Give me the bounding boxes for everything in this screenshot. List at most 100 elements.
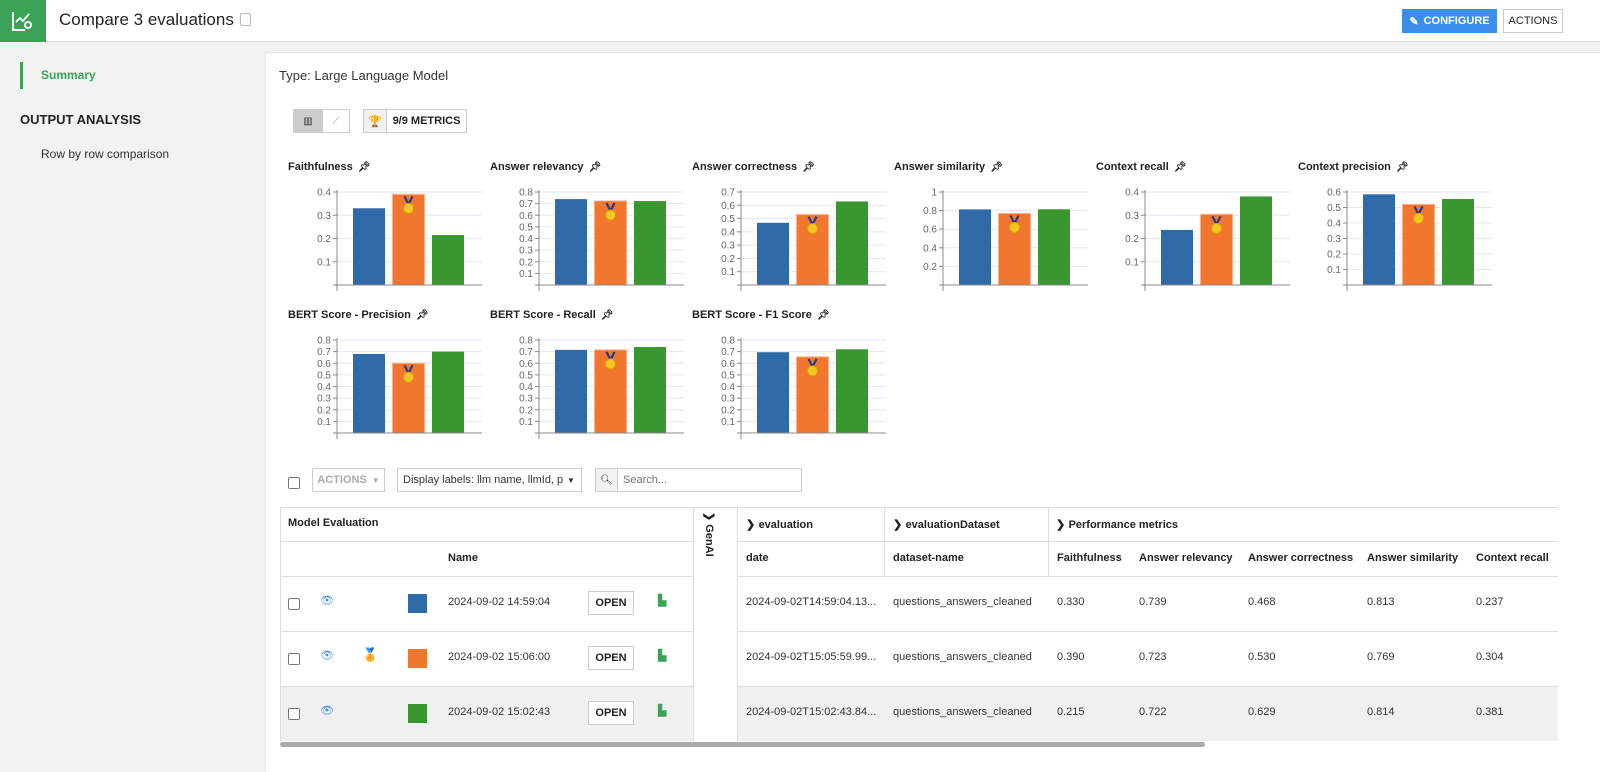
column-group-genai[interactable]: ❯ GenAI — [703, 512, 716, 557]
column-header-metric[interactable]: Answer similarity — [1367, 552, 1458, 564]
bar[interactable] — [1442, 198, 1474, 285]
line-chart-view-button[interactable]: ⟋ — [322, 109, 350, 133]
pin-icon[interactable]: 📌︎ — [589, 162, 602, 173]
y-tick-label: 0.7 — [317, 347, 331, 358]
leaderboard-icon[interactable]: ▙ — [658, 704, 666, 717]
metrics-button[interactable]: 9/9 METRICS — [386, 109, 467, 133]
evaluation-date: 2024-09-02T15:02:43.84... — [746, 706, 877, 718]
bar[interactable] — [757, 352, 789, 433]
eye-icon[interactable]: 👁︎ — [320, 594, 334, 607]
y-tick-label: 0.1 — [317, 257, 331, 268]
metric-value: 0.813 — [1367, 596, 1395, 608]
sidebar-item-summary[interactable]: Summary — [41, 68, 96, 82]
bar[interactable] — [555, 199, 587, 285]
y-tick-label: 0.1 — [519, 417, 533, 428]
column-group-performance-metrics[interactable]: ❯ Performance metrics — [1056, 517, 1178, 531]
y-tick-label: 0.6 — [519, 211, 533, 222]
column-header-metric[interactable]: Faithfulness — [1057, 552, 1122, 564]
bar[interactable] — [432, 351, 464, 433]
bar[interactable] — [353, 353, 385, 433]
dataset-name: questions_answers_cleaned — [893, 596, 1032, 608]
leaderboard-icon[interactable]: ▙ — [658, 649, 666, 662]
actions-button[interactable]: ACTIONS — [1503, 9, 1563, 33]
leaderboard-icon[interactable]: ▙ — [658, 594, 666, 607]
copy-icon[interactable] — [240, 13, 251, 26]
evaluation-date: 2024-09-02T14:59:04.13... — [746, 596, 877, 608]
y-tick-label: 0.7 — [721, 188, 735, 199]
pin-icon[interactable]: 📌︎ — [817, 310, 830, 321]
display-labels-dropdown[interactable]: Display labels: llm name, llmId, p ▼ — [397, 468, 582, 492]
bar[interactable] — [757, 222, 789, 285]
column-group-evaluation-dataset[interactable]: ❯ evaluationDataset — [893, 517, 1000, 531]
row-checkbox[interactable] — [288, 708, 300, 720]
row-checkbox[interactable] — [288, 598, 300, 610]
color-swatch — [408, 649, 427, 668]
select-all-checkbox[interactable] — [288, 477, 300, 489]
page-title: Compare 3 evaluations — [59, 10, 234, 29]
table-divider — [280, 507, 281, 741]
bar-chart-view-button[interactable]: ▥ — [293, 109, 323, 133]
trophy-button[interactable]: 🏆 — [363, 109, 387, 133]
y-tick-label: 0.1 — [1125, 257, 1139, 268]
y-tick-label: 0.6 — [721, 359, 735, 370]
bar[interactable] — [432, 235, 464, 285]
app-logo-icon[interactable] — [0, 0, 46, 42]
evaluation-name: 2024-09-02 15:02:43 — [448, 706, 551, 718]
pin-icon[interactable]: 📌︎ — [1396, 162, 1409, 173]
chart-title: Faithfulness 📌︎ — [288, 161, 371, 173]
column-header-date[interactable]: date — [746, 552, 769, 564]
pin-icon[interactable]: 📌︎ — [1174, 162, 1187, 173]
y-tick-label: 0.4 — [1125, 188, 1139, 199]
bar[interactable] — [353, 208, 385, 285]
column-header-metric[interactable]: Context recall — [1476, 552, 1549, 564]
y-tick-label: 0.6 — [923, 225, 937, 236]
column-header-name[interactable]: Name — [448, 552, 478, 564]
bar-chart: 0.1 0.2 0.3 0.4 0.5 0.6 — [1327, 188, 1492, 291]
bar[interactable] — [555, 349, 587, 433]
column-group-evaluation[interactable]: ❯ evaluation — [746, 517, 813, 531]
search-icon: 🔍︎ — [595, 468, 618, 492]
horizontal-scrollbar[interactable] — [280, 742, 1205, 747]
y-tick-label: 0.5 — [317, 370, 331, 381]
bar[interactable] — [1240, 196, 1272, 285]
eye-icon[interactable]: 👁︎ — [320, 704, 334, 717]
row-checkbox[interactable] — [288, 653, 300, 665]
pin-icon[interactable]: 📌︎ — [416, 310, 429, 321]
bar-chart: 0.10.20.30.40.50.60.70.8 — [519, 336, 684, 439]
bar[interactable] — [634, 346, 666, 433]
y-tick-label: 0.2 — [721, 254, 735, 265]
pin-icon[interactable]: 📌︎ — [601, 310, 614, 321]
column-header-dataset-name[interactable]: dataset-name — [893, 552, 964, 564]
model-type-label: Type: Large Language Model — [279, 68, 449, 83]
bar[interactable] — [1038, 209, 1070, 285]
open-button[interactable]: OPEN — [588, 646, 634, 670]
configure-button[interactable]: ✎ CONFIGURE — [1402, 9, 1497, 33]
eye-icon[interactable]: 👁︎ — [320, 649, 334, 662]
y-tick-label: 0.4 — [317, 382, 331, 393]
bar[interactable] — [1363, 194, 1395, 285]
bar[interactable] — [634, 201, 666, 285]
y-tick-label: 0.7 — [721, 347, 735, 358]
y-tick-label: 0.2 — [519, 257, 533, 268]
sidebar-item-row-by-row[interactable]: Row by row comparison — [41, 147, 169, 161]
metric-value: 0.723 — [1139, 651, 1167, 663]
y-tick-label: 0.3 — [721, 241, 735, 252]
open-button[interactable]: OPEN — [588, 701, 634, 725]
column-header-metric[interactable]: Answer correctness — [1248, 552, 1353, 564]
column-header-metric[interactable]: Answer relevancy — [1139, 552, 1233, 564]
bar[interactable] — [959, 209, 991, 285]
search-input[interactable] — [617, 468, 802, 492]
table-actions-dropdown[interactable]: ACTIONS ▼ — [312, 468, 385, 492]
pin-icon[interactable]: 📌︎ — [802, 162, 815, 173]
pin-icon[interactable]: 📌︎ — [990, 162, 1003, 173]
y-tick-label: 0.5 — [519, 370, 533, 381]
y-tick-label: 0.3 — [317, 211, 331, 222]
metric-value: 0.530 — [1248, 651, 1276, 663]
bar[interactable] — [836, 349, 868, 433]
table-divider — [884, 507, 885, 576]
evaluation-date: 2024-09-02T15:05:59.99... — [746, 651, 877, 663]
bar[interactable] — [1161, 229, 1193, 285]
open-button[interactable]: OPEN — [588, 591, 634, 615]
pin-icon[interactable]: 📌︎ — [358, 162, 371, 173]
bar[interactable] — [836, 201, 868, 285]
